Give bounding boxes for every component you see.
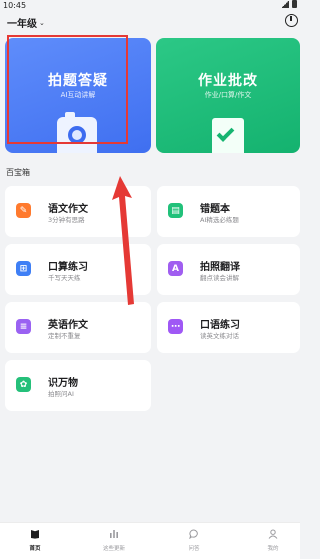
- tool-card-chinese-essay[interactable]: ✎ 语文作文 3分钟有思路: [5, 186, 151, 237]
- notebook-icon: ▤: [168, 203, 183, 218]
- homework-check-subtitle: 作业/口算/作文: [204, 91, 252, 99]
- tab-bar: 首页 这些更新 问答 我的: [0, 522, 300, 559]
- tool-desc: 翻点读会讲解: [200, 274, 239, 282]
- grade-selector[interactable]: 一年级 ⌄: [7, 15, 45, 31]
- tool-name: 英语作文: [48, 320, 88, 331]
- homework-check-title: 作业批改: [198, 73, 258, 89]
- section-title: 百宝箱: [6, 168, 30, 177]
- tool-desc: 定制不重复: [48, 332, 81, 340]
- tool-desc: 拍照问AI: [48, 390, 74, 398]
- tab-label: 这些更新: [102, 546, 125, 552]
- chart-icon: [110, 530, 118, 538]
- tool-name: 口语练习: [200, 320, 240, 331]
- tab-qa[interactable]: 问答: [164, 529, 224, 552]
- tool-desc: 读英文练对话: [200, 332, 239, 340]
- tool-desc: 3分钟有思路: [48, 216, 85, 224]
- highlight-box: [7, 35, 128, 144]
- tool-name: 语文作文: [48, 204, 88, 215]
- checked-paper-icon: [212, 118, 244, 153]
- tool-card-mistake-book[interactable]: ▤ 错题本 AI精选必练题: [157, 186, 300, 237]
- tab-label: 首页: [29, 546, 41, 552]
- tool-card-photo-translate[interactable]: A 拍照翻译 翻点读会讲解: [157, 244, 300, 295]
- timer-icon[interactable]: [285, 14, 298, 27]
- tool-name: 错题本: [200, 204, 230, 215]
- signal-icon: [281, 0, 289, 8]
- tool-desc: 千写天天练: [48, 274, 81, 282]
- chevron-down-icon: ⌄: [39, 18, 45, 27]
- pencil-icon: ✎: [16, 203, 31, 218]
- tab-updates[interactable]: 这些更新: [84, 529, 144, 552]
- tool-card-identify-things[interactable]: ✿ 识万物 拍照问AI: [5, 360, 151, 411]
- chat-icon: ⋯: [168, 319, 183, 334]
- tool-card-english-essay[interactable]: ≡ 英语作文 定制不重复: [5, 302, 151, 353]
- document-icon: ≡: [16, 319, 31, 334]
- status-time: 10:45: [3, 1, 27, 10]
- calculator-icon: ⊞: [16, 261, 31, 276]
- status-icons: [281, 0, 297, 8]
- book-icon: [31, 530, 39, 539]
- chat-bubble-icon: [189, 529, 198, 539]
- profile-icon: [268, 529, 278, 539]
- tool-name: 识万物: [48, 378, 78, 389]
- translate-icon: A: [168, 261, 183, 276]
- tab-home[interactable]: 首页: [5, 529, 65, 552]
- tool-card-mental-math[interactable]: ⊞ 口算练习 千写天天练: [5, 244, 151, 295]
- tool-name: 拍照翻译: [200, 262, 240, 273]
- battery-icon: [292, 0, 297, 8]
- flower-icon: ✿: [16, 377, 31, 392]
- tool-desc: AI精选必练题: [200, 216, 239, 224]
- tab-label: 问答: [188, 546, 200, 552]
- tool-card-speaking-practice[interactable]: ⋯ 口语练习 读英文练对话: [157, 302, 300, 353]
- tool-name: 口算练习: [48, 262, 88, 273]
- homework-check-card[interactable]: 作业批改 作业/口算/作文: [156, 38, 300, 153]
- tab-label: 我的: [267, 546, 279, 552]
- top-bar: 一年级 ⌄: [0, 12, 300, 34]
- status-bar: 10:45: [0, 0, 300, 12]
- grade-label: 一年级: [7, 19, 37, 30]
- tab-profile[interactable]: 我的: [243, 529, 303, 552]
